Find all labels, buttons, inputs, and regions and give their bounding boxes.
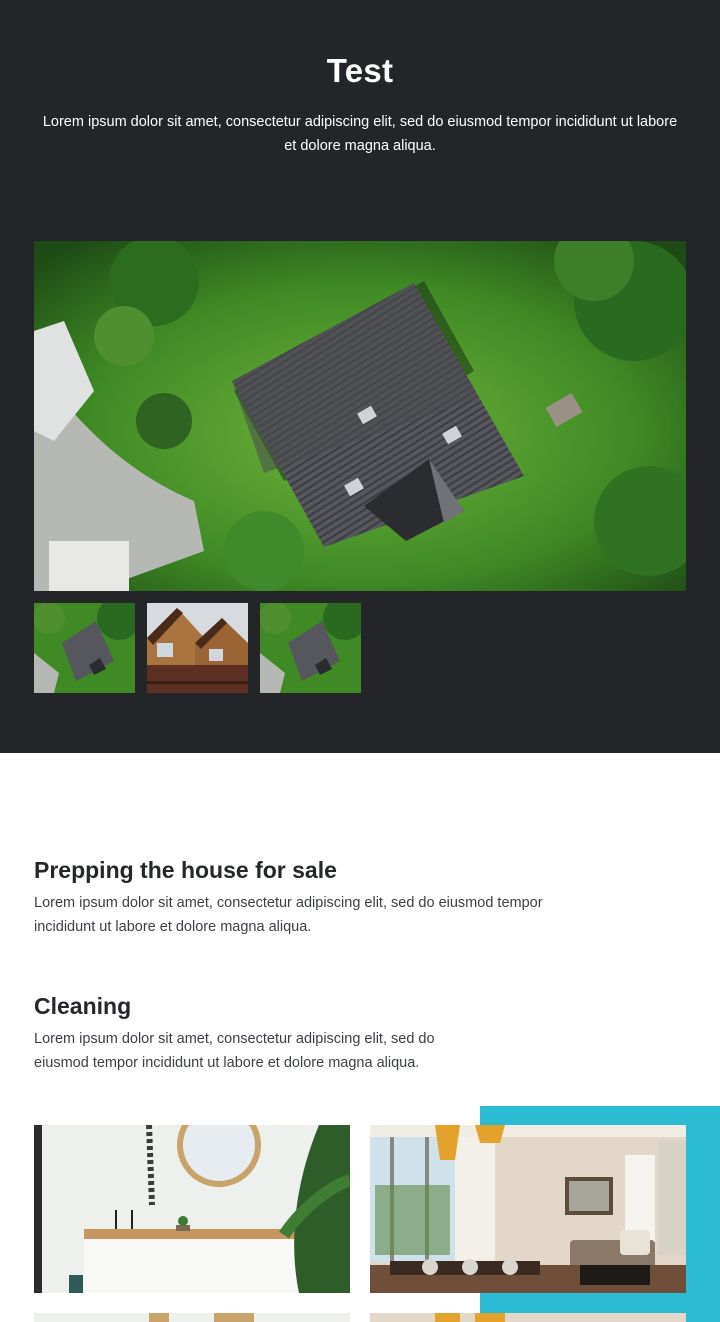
interior-image-bottom-left <box>34 1313 350 1322</box>
thumbnail-aerial-house-1[interactable] <box>34 603 135 693</box>
hero-section: Test Lorem ipsum dolor sit amet, consect… <box>0 0 720 753</box>
section-text-cleaning: Lorem ipsum dolor sit amet, consectetur … <box>34 1031 435 1071</box>
main-gallery-image[interactable] <box>34 241 686 591</box>
hero-title: Test <box>326 52 394 89</box>
interior-image-bottom-right <box>370 1313 686 1322</box>
thumbnail-strip <box>34 603 361 693</box>
section-text-prepping: Lorem ipsum dolor sit amet, consectetur … <box>34 895 543 935</box>
interior-image-living-room <box>370 1125 686 1293</box>
interior-image-bathroom <box>34 1125 350 1293</box>
hero-description: Lorem ipsum dolor sit amet, consectetur … <box>42 114 678 154</box>
section-title-prepping: Prepping the house for sale <box>34 857 337 883</box>
section-title-cleaning: Cleaning <box>34 993 132 1019</box>
thumbnail-wooden-house[interactable] <box>147 603 248 693</box>
thumbnail-aerial-house-2[interactable] <box>260 603 361 693</box>
